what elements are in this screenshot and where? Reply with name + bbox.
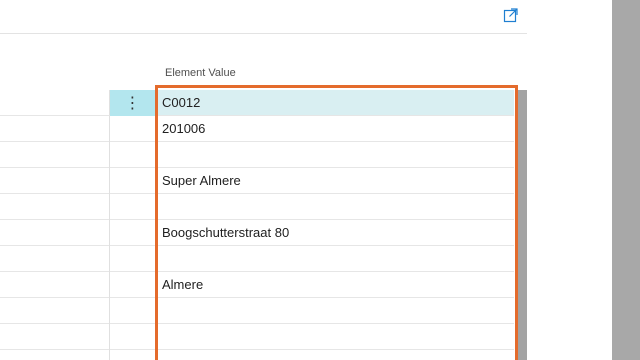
table-row[interactable]: [0, 194, 514, 220]
table-row[interactable]: ⋮ C0012: [0, 90, 514, 116]
table-row[interactable]: Almere: [0, 272, 514, 298]
row-actions-menu-icon[interactable]: ⋮: [110, 90, 155, 116]
row-left-cell[interactable]: [0, 194, 110, 220]
table-row[interactable]: Super Almere: [0, 168, 514, 194]
element-value-cell[interactable]: Almere: [162, 272, 203, 298]
element-value-cell[interactable]: C0012: [162, 90, 200, 116]
page-scrollbar-thumb[interactable]: [612, 0, 640, 360]
table-row[interactable]: [0, 246, 514, 272]
page: Element Value ⋮ C0012 201006 Super Almere Bo…: [0, 0, 640, 360]
row-left-cell[interactable]: [0, 324, 110, 350]
row-left-cell[interactable]: [0, 350, 110, 360]
data-grid: Element Value ⋮ C0012 201006 Super Almere Bo…: [0, 60, 527, 360]
row-left-cell[interactable]: [0, 246, 110, 272]
page-scrollbar[interactable]: [612, 0, 640, 360]
row-left-cell[interactable]: [0, 272, 110, 298]
row-actions-cell: [110, 194, 155, 220]
expand-arrow-icon[interactable]: [503, 7, 519, 23]
table-row[interactable]: 201006: [0, 116, 514, 142]
row-actions-cell: [110, 116, 155, 142]
row-left-cell[interactable]: [0, 298, 110, 324]
grid-scrollbar[interactable]: [518, 90, 527, 360]
row-left-cell[interactable]: [0, 90, 110, 116]
row-actions-cell: [110, 168, 155, 194]
table-row[interactable]: [0, 324, 514, 350]
row-actions-cell: [110, 272, 155, 298]
row-actions-cell: [110, 350, 155, 360]
element-value-cell[interactable]: Super Almere: [162, 168, 241, 194]
row-actions-cell: [110, 324, 155, 350]
row-left-cell[interactable]: [0, 116, 110, 142]
table-row[interactable]: [0, 142, 514, 168]
table-row[interactable]: [0, 350, 514, 360]
row-actions-cell: [110, 298, 155, 324]
row-left-cell[interactable]: [0, 168, 110, 194]
element-value-cell[interactable]: 201006: [162, 116, 205, 142]
row-left-cell[interactable]: [0, 220, 110, 246]
top-bar: [0, 0, 527, 34]
table-row[interactable]: Boogschutterstraat 80: [0, 220, 514, 246]
column-header-element-value: Element Value: [165, 67, 236, 79]
row-actions-cell: [110, 246, 155, 272]
row-actions-cell: [110, 142, 155, 168]
row-actions-cell: [110, 220, 155, 246]
row-left-cell[interactable]: [0, 142, 110, 168]
table-row[interactable]: [0, 298, 514, 324]
element-value-cell[interactable]: Boogschutterstraat 80: [162, 220, 289, 246]
grid-rows: ⋮ C0012 201006 Super Almere Boogschutterstra…: [0, 90, 514, 360]
